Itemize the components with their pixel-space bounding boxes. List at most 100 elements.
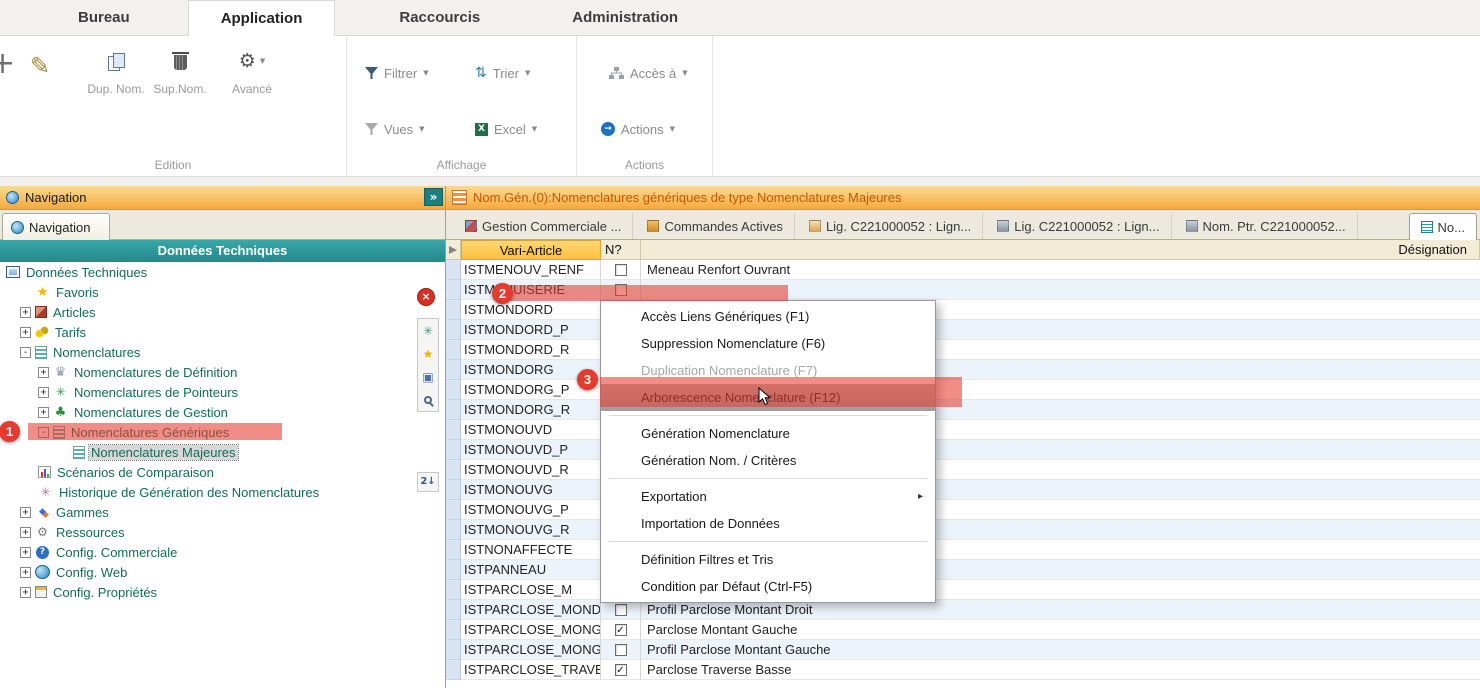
actions-button[interactable]: → Actions ▼: [601, 116, 675, 142]
row-selector[interactable]: [446, 420, 461, 440]
menu-item-importation-donnees[interactable]: Importation de Données: [601, 510, 935, 537]
checkbox[interactable]: ✓: [615, 624, 627, 636]
row-selector[interactable]: [446, 340, 461, 360]
row-selector[interactable]: [446, 260, 461, 280]
cell-checkbox[interactable]: [601, 260, 641, 280]
cell-vari-article[interactable]: ISTMONOUVD: [461, 420, 601, 440]
column-header-vari-article[interactable]: Vari-Article: [461, 240, 601, 260]
row-selector[interactable]: [446, 360, 461, 380]
row-selector[interactable]: [446, 380, 461, 400]
menu-item-generation-nomenclature[interactable]: Génération Nomenclature: [601, 420, 935, 447]
tree-item-nomenclatures[interactable]: - Nomenclatures: [0, 342, 445, 362]
cell-vari-article[interactable]: ISTMONOUVG_R: [461, 520, 601, 540]
tab-application[interactable]: Application: [188, 0, 336, 36]
expand-plus-icon[interactable]: +: [20, 327, 31, 338]
views-button[interactable]: Vues ▼: [365, 116, 425, 142]
cell-vari-article[interactable]: ISTMONOUVG_P: [461, 500, 601, 520]
cell-designation[interactable]: Meneau Renfort Ouvrant: [641, 260, 1480, 280]
select-all-corner[interactable]: [446, 240, 461, 260]
column-header-n[interactable]: N?: [601, 240, 641, 260]
cell-checkbox[interactable]: ✓: [601, 620, 641, 640]
edit-pencil-icon[interactable]: ✎: [30, 52, 50, 80]
navigation-tab[interactable]: Navigation: [2, 213, 110, 240]
tree-item-historique-generation[interactable]: ✳ Historique de Génération des Nomenclat…: [0, 482, 445, 502]
image-icon[interactable]: ▣: [418, 365, 438, 388]
column-header-designation[interactable]: Désignation: [641, 240, 1480, 260]
doc-tab-nom-ptr[interactable]: Nom. Ptr. C221000052...: [1175, 213, 1358, 239]
expand-plus-icon[interactable]: +: [38, 367, 49, 378]
cell-vari-article[interactable]: ISTMONOUVD_P: [461, 440, 601, 460]
collapse-panel-button[interactable]: »: [424, 188, 443, 206]
cell-vari-article[interactable]: ISTMONDORD: [461, 300, 601, 320]
cell-vari-article[interactable]: ISTMENOUV_RENF: [461, 260, 601, 280]
table-row[interactable]: ISTPARCLOSE_TRAVB ✓ Parclose Traverse Ba…: [446, 660, 1480, 680]
checkbox[interactable]: [615, 264, 627, 276]
cell-vari-article[interactable]: ISTMONDORG_R: [461, 400, 601, 420]
advanced-button[interactable]: ⚙ ▼ Avancé: [214, 48, 290, 96]
expand-plus-icon[interactable]: +: [20, 527, 31, 538]
expand-plus-icon[interactable]: +: [20, 547, 31, 558]
tree-item-tarifs[interactable]: + Tarifs: [0, 322, 445, 342]
row-selector[interactable]: [446, 580, 461, 600]
cell-vari-article[interactable]: ISTPARCLOSE_M: [461, 580, 601, 600]
cell-designation[interactable]: Parclose Montant Gauche: [641, 620, 1480, 640]
doc-tab-gestion-commerciale[interactable]: Gestion Commerciale ...: [454, 213, 633, 239]
cell-checkbox[interactable]: [601, 640, 641, 660]
search-icon[interactable]: [418, 388, 438, 411]
checkbox[interactable]: [615, 644, 627, 656]
tab-bureau[interactable]: Bureau: [62, 0, 146, 35]
cell-checkbox[interactable]: [601, 600, 641, 620]
table-row[interactable]: ISTPARCLOSE_MOND_P Profil Parclose Monta…: [446, 600, 1480, 620]
doc-tab-commandes-actives[interactable]: Commandes Actives: [636, 213, 795, 239]
tree-item-donnees-techniques[interactable]: Données Techniques: [0, 262, 445, 282]
checkbox[interactable]: [615, 604, 627, 616]
tree-item-nomenclatures-definition[interactable]: + ♛ Nomenclatures de Définition: [0, 362, 445, 382]
expand-plus-icon[interactable]: +: [20, 507, 31, 518]
tree-item-scenarios-comparaison[interactable]: Scénarios de Comparaison: [0, 462, 445, 482]
row-selector[interactable]: [446, 560, 461, 580]
menu-item-definition-filtres-tris[interactable]: Définition Filtres et Tris: [601, 546, 935, 573]
filter-button[interactable]: Filtrer ▼: [365, 60, 429, 86]
sort-button[interactable]: ⇅ Trier ▼: [475, 60, 530, 86]
tab-administration[interactable]: Administration: [556, 0, 694, 35]
row-selector[interactable]: [446, 480, 461, 500]
cell-vari-article[interactable]: ISTPARCLOSE_TRAVB: [461, 660, 601, 680]
favorite-star-icon[interactable]: ★: [418, 342, 438, 365]
cell-designation[interactable]: Parclose Traverse Basse: [641, 660, 1480, 680]
row-selector[interactable]: [446, 540, 461, 560]
expand-plus-icon[interactable]: +: [38, 387, 49, 398]
menu-item-exportation[interactable]: Exportation ▸: [601, 483, 935, 510]
tree-item-gammes[interactable]: + ◆ Gammes: [0, 502, 445, 522]
row-selector[interactable]: [446, 520, 461, 540]
expand-plus-icon[interactable]: +: [20, 567, 31, 578]
cell-vari-article[interactable]: ISTMONOUVG: [461, 480, 601, 500]
tree-item-favoris[interactable]: ★ Favoris: [0, 282, 445, 302]
menu-item-acces-liens-generiques[interactable]: Accès Liens Génériques (F1): [601, 303, 935, 330]
excel-export-button[interactable]: X Excel ▼: [475, 116, 537, 142]
tree-item-config-proprietes[interactable]: + Config. Propriétés: [0, 582, 445, 602]
doc-tab-ligne-1[interactable]: Lig. C221000052 : Lign...: [798, 213, 983, 239]
doc-tab-ligne-2[interactable]: Lig. C221000052 : Lign...: [986, 213, 1171, 239]
tree-item-nomenclatures-majeures[interactable]: Nomenclatures Majeures: [0, 442, 445, 462]
collapse-minus-icon[interactable]: -: [20, 347, 31, 358]
row-selector[interactable]: [446, 400, 461, 420]
table-row[interactable]: ISTMENOUV_RENF Meneau Renfort Ouvrant: [446, 260, 1480, 280]
row-selector[interactable]: [446, 640, 461, 660]
row-selector[interactable]: [446, 320, 461, 340]
row-selector[interactable]: [446, 660, 461, 680]
access-to-button[interactable]: Accès à ▼: [609, 60, 688, 86]
close-circle-button[interactable]: ×: [417, 288, 435, 306]
row-selector[interactable]: [446, 620, 461, 640]
doc-tab-active-nomenclature[interactable]: No...: [1409, 213, 1477, 240]
tree-item-nomenclatures-pointeurs[interactable]: + ✳ Nomenclatures de Pointeurs: [0, 382, 445, 402]
row-selector[interactable]: [446, 300, 461, 320]
menu-item-condition-par-defaut[interactable]: Condition par Défaut (Ctrl-F5): [601, 573, 935, 600]
cell-vari-article[interactable]: ISTMONOUVD_R: [461, 460, 601, 480]
row-selector[interactable]: [446, 600, 461, 620]
duplicate-nomenclature-button[interactable]: Dup. Nom.: [84, 48, 148, 96]
expand-plus-icon[interactable]: +: [20, 307, 31, 318]
cell-designation[interactable]: Profil Parclose Montant Gauche: [641, 640, 1480, 660]
table-row[interactable]: ISTPARCLOSE_MONG ✓ Parclose Montant Gauc…: [446, 620, 1480, 640]
row-selector[interactable]: [446, 460, 461, 480]
table-row[interactable]: ISTPARCLOSE_MONG_P Profil Parclose Monta…: [446, 640, 1480, 660]
